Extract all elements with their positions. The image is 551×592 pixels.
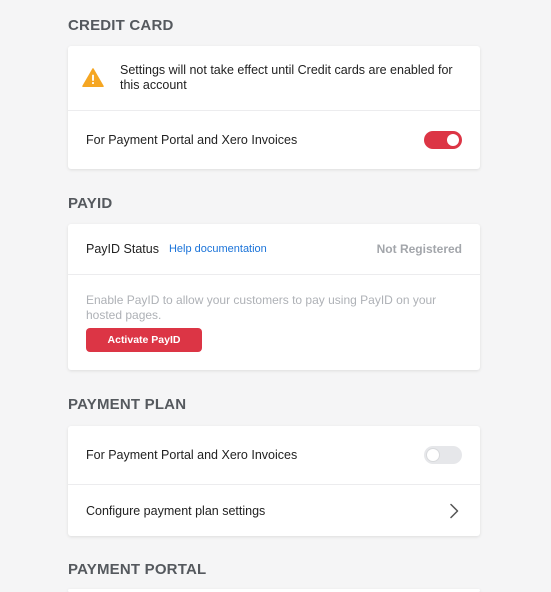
payid-activate-section: Enable PayID to allow your customers to … [68, 274, 480, 370]
payment-plan-toggle[interactable] [424, 446, 462, 464]
payid-status-value: Not Registered [376, 242, 462, 256]
configure-payment-plan-label: Configure payment plan settings [86, 503, 266, 518]
credit-card-toggle[interactable] [424, 131, 462, 149]
help-documentation-link[interactable]: Help documentation [169, 243, 267, 255]
warning-text: Settings will not take effect until Cred… [120, 63, 453, 92]
payment-plan-toggle-label: For Payment Portal and Xero Invoices [86, 448, 298, 462]
credit-card-warning: Settings will not take effect until Cred… [68, 46, 480, 110]
activate-payid-button[interactable]: Activate PayID [86, 328, 202, 352]
payid-status-label: PayID Status [86, 242, 159, 256]
payid-status-row: PayID Status Help documentation Not Regi… [68, 224, 480, 274]
section-title-payment-plan: PAYMENT PLAN [68, 396, 187, 413]
toggle-knob [447, 134, 459, 146]
payment-plan-toggle-row: For Payment Portal and Xero Invoices [68, 426, 480, 484]
section-title-payment-portal: PAYMENT PORTAL [68, 561, 207, 578]
warning-triangle-icon [82, 68, 104, 87]
section-title-payid: PAYID [68, 195, 113, 212]
payid-panel: PayID Status Help documentation Not Regi… [68, 224, 480, 370]
chevron-right-icon [450, 503, 459, 518]
credit-card-panel: Settings will not take effect until Cred… [68, 46, 480, 169]
section-title-credit-card: CREDIT CARD [68, 17, 174, 34]
configure-payment-plan-row[interactable]: Configure payment plan settings [68, 484, 480, 536]
credit-card-toggle-row: For Payment Portal and Xero Invoices [68, 110, 480, 169]
credit-card-toggle-label: For Payment Portal and Xero Invoices [86, 133, 298, 147]
payment-plan-panel: For Payment Portal and Xero Invoices Con… [68, 426, 480, 536]
payid-description: Enable PayID to allow your customers to … [86, 293, 437, 322]
toggle-knob [427, 449, 439, 461]
